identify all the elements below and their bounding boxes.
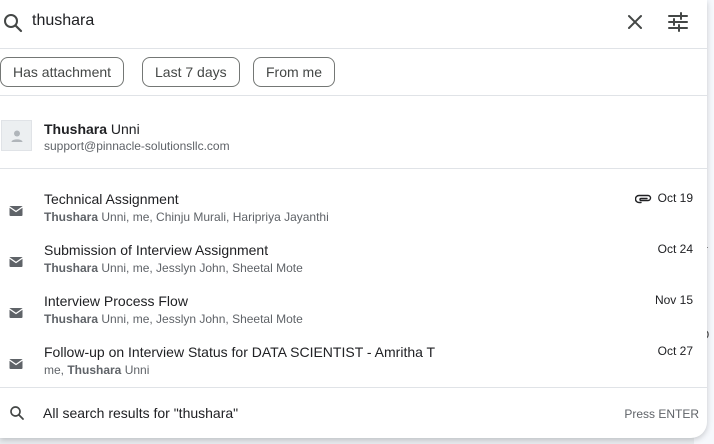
result-participants: me, Thushara Unni [44, 363, 149, 377]
result-subject: Follow-up on Interview Status for DATA S… [44, 344, 436, 360]
search-input[interactable]: thushara [32, 12, 94, 30]
mail-icon [8, 305, 24, 321]
result-participants: Thushara Unni, me, Chinju Murali, Haripr… [44, 210, 329, 224]
participants-rest: Unni, me, Jesslyn John, Sheetal Mote [98, 261, 303, 275]
participants-prefix: me, [44, 363, 68, 377]
contact-name-match: Thushara [44, 121, 108, 137]
result-row-follow-up-interview-status[interactable]: Follow-up on Interview Status for DATA S… [0, 340, 707, 391]
search-bar: thushara [0, 0, 707, 48]
contact-name: Thushara Unni [44, 121, 140, 137]
match-highlight: Thushara [44, 261, 99, 275]
search-icon [1, 11, 25, 35]
result-row-interview-process-flow[interactable]: Interview Process Flow Thushara Unni, me… [0, 289, 707, 340]
close-icon [628, 15, 642, 29]
match-highlight: Thushara [44, 312, 99, 326]
chip-has-attachment[interactable]: Has attachment [0, 57, 125, 87]
attachment-icon [634, 192, 653, 206]
result-subject: Interview Process Flow [44, 293, 188, 309]
clear-search-button[interactable] [623, 10, 647, 34]
match-highlight: Thushara [67, 363, 122, 377]
participants-rest: Unni, me, Jesslyn John, Sheetal Mote [98, 312, 303, 326]
result-date: Oct 27 [657, 344, 693, 358]
contact-name-rest: Unni [107, 121, 140, 137]
mail-icon [8, 203, 24, 219]
press-enter-hint: Press ENTER [624, 407, 699, 421]
person-icon [11, 130, 22, 142]
mail-icon [8, 254, 24, 270]
all-search-results-label: All search results for "thushara" [43, 405, 239, 421]
divider [0, 168, 707, 169]
contact-email: support@pinnacle-solutionsllc.com [44, 139, 230, 153]
result-participants: Thushara Unni, me, Jesslyn John, Sheetal… [44, 261, 303, 275]
result-subject: Submission of Interview Assignment [44, 242, 269, 258]
result-date: Oct 24 [657, 242, 693, 256]
participants-rest: Unni [121, 363, 150, 377]
search-icon [8, 404, 26, 422]
search-suggestions-panel: thushara Has attachment Last 7 days From… [0, 0, 707, 438]
result-row-technical-assignment[interactable]: Technical Assignment Thushara Unni, me, … [0, 187, 707, 238]
result-participants: Thushara Unni, me, Jesslyn John, Sheetal… [44, 312, 303, 326]
chip-last-7-days[interactable]: Last 7 days [142, 57, 240, 87]
chip-from-me[interactable]: From me [253, 57, 335, 87]
result-row-submission-of-interview-assignment[interactable]: Submission of Interview Assignment Thush… [0, 238, 707, 289]
search-options-button[interactable] [666, 10, 690, 34]
contact-suggestion[interactable]: Thushara Unni support@pinnacle-solutions… [0, 104, 707, 164]
divider [0, 48, 707, 49]
mail-icon [8, 356, 24, 372]
result-date: Oct 19 [657, 191, 693, 205]
result-date: Nov 15 [654, 293, 693, 307]
divider [0, 95, 707, 96]
result-subject: Technical Assignment [44, 191, 179, 207]
tune-icon [668, 12, 688, 32]
participants-rest: Unni, me, Chinju Murali, Haripriya Jayan… [98, 210, 329, 224]
match-highlight: Thushara [44, 210, 99, 224]
all-search-results-link[interactable]: All search results for "thushara" Press … [0, 388, 707, 438]
avatar [1, 120, 32, 151]
